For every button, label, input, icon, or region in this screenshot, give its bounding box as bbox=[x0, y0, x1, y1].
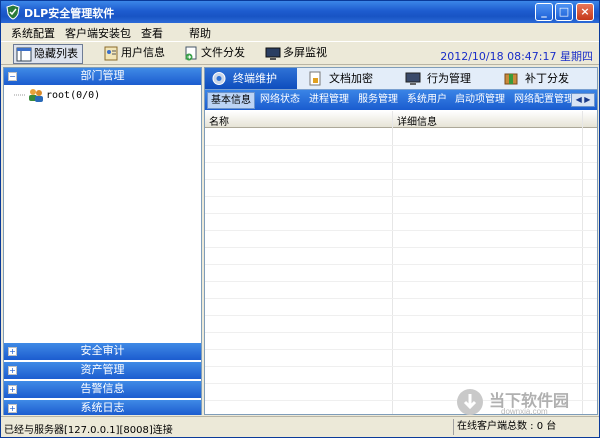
section-security-audit-label: 安全审计 bbox=[80, 344, 125, 357]
hide-list-label: 隐藏列表 bbox=[34, 47, 78, 60]
menu-help[interactable]: 帮助 bbox=[189, 25, 211, 41]
menu-client-package[interactable]: 客户端安装包 bbox=[65, 25, 131, 41]
section-alerts[interactable]: + 告警信息 bbox=[4, 381, 201, 398]
user-group-icon bbox=[29, 89, 43, 102]
sub-tab-bar: 基本信息 网络状态 进程管理 服务管理 系统用户 启动项管理 网络配置管理 网 … bbox=[205, 90, 597, 110]
section-department-management[interactable]: − 部门管理 bbox=[4, 68, 201, 85]
file-distribution-button[interactable]: 文件分发 bbox=[181, 44, 245, 64]
grid-column-divider bbox=[582, 111, 583, 414]
maximize-button[interactable]: □ bbox=[555, 3, 573, 21]
file-distribution-label: 文件分发 bbox=[201, 46, 245, 59]
grid-header: 名称 详细信息 bbox=[205, 111, 597, 128]
collapse-icon[interactable]: − bbox=[8, 72, 17, 81]
subtab-basic-info[interactable]: 基本信息 bbox=[207, 92, 255, 109]
download-arrow-icon bbox=[457, 389, 483, 415]
section-system-log-label: 系统日志 bbox=[80, 401, 125, 414]
list-icon bbox=[16, 47, 32, 62]
menu-bar: 系统配置 客户端安装包 查看 帮助 bbox=[1, 23, 599, 41]
right-panel: 终端维护 文档加密 行为管理 补丁分发 基本信息 网络状态 进程管理 服务管理 … bbox=[204, 67, 598, 415]
column-header-name[interactable]: 名称 bbox=[209, 113, 229, 128]
main-tab-bar: 终端维护 文档加密 行为管理 补丁分发 bbox=[205, 68, 597, 90]
watermark-url: downxia.com bbox=[501, 407, 548, 416]
tab-patch-distribution[interactable]: 补丁分发 bbox=[497, 68, 593, 89]
subtab-startup-items[interactable]: 启动项管理 bbox=[452, 92, 508, 109]
section-asset-management[interactable]: + 资产管理 bbox=[4, 362, 201, 379]
watermark: 当下软件园 downxia.com bbox=[449, 387, 589, 421]
document-lock-icon bbox=[309, 71, 321, 86]
grid-row-line bbox=[205, 230, 597, 231]
file-share-icon bbox=[185, 46, 197, 61]
gear-icon bbox=[212, 72, 226, 85]
online-client-count: 在线客户端总数 : 0 台 bbox=[453, 419, 556, 435]
computer-icon bbox=[405, 72, 421, 85]
close-button[interactable]: × bbox=[576, 3, 594, 21]
grid-row-line bbox=[205, 383, 597, 384]
user-info-label: 用户信息 bbox=[121, 46, 165, 59]
toolbar: 隐藏列表 用户信息 文件分发 多屏监视 2012/10/18 08:47:17 … bbox=[1, 41, 599, 65]
expand-icon[interactable]: + bbox=[8, 366, 17, 375]
tab-scroll-arrows[interactable]: ◀ ▶ bbox=[571, 93, 595, 107]
tab-document-encryption[interactable]: 文档加密 bbox=[301, 68, 393, 89]
connection-status: 已经与服务器[127.0.0.1][8008]连接 bbox=[4, 425, 173, 436]
hide-list-button[interactable]: 隐藏列表 bbox=[13, 44, 83, 64]
grid-row-line bbox=[205, 213, 597, 214]
grid-row-line bbox=[205, 162, 597, 163]
menu-view[interactable]: 查看 bbox=[141, 25, 163, 41]
grid-row-line bbox=[205, 366, 597, 367]
tree-connector-icon bbox=[14, 94, 26, 96]
detail-grid: 名称 详细信息 bbox=[205, 111, 597, 414]
section-department-label: 部门管理 bbox=[80, 69, 125, 82]
expand-icon[interactable]: + bbox=[8, 347, 17, 356]
grid-column-divider bbox=[392, 111, 393, 414]
tab-terminal-maintenance[interactable]: 终端维护 bbox=[205, 68, 297, 89]
column-header-details[interactable]: 详细信息 bbox=[397, 113, 437, 128]
left-panel: − 部门管理 root(0/0) + 安全审计 + 资产管理 + 告警信息 + … bbox=[3, 67, 202, 415]
multi-screen-label: 多屏监视 bbox=[283, 46, 327, 59]
monitor-icon bbox=[265, 47, 281, 60]
grid-row-line bbox=[205, 298, 597, 299]
user-card-icon bbox=[104, 46, 118, 61]
expand-icon[interactable]: + bbox=[8, 385, 17, 394]
subtab-network-status[interactable]: 网络状态 bbox=[257, 92, 303, 109]
user-info-button[interactable]: 用户信息 bbox=[101, 44, 165, 64]
window-title: DLP安全管理软件 bbox=[24, 7, 115, 20]
grid-row-line bbox=[205, 315, 597, 316]
grid-row-line bbox=[205, 247, 597, 248]
multi-screen-monitor-button[interactable]: 多屏监视 bbox=[263, 44, 327, 64]
tab-behavior-management[interactable]: 行为管理 bbox=[399, 68, 495, 89]
section-alerts-label: 告警信息 bbox=[80, 382, 125, 395]
subtab-system-users[interactable]: 系统用户 bbox=[404, 92, 450, 109]
grid-row-line bbox=[205, 179, 597, 180]
grid-row-line bbox=[205, 264, 597, 265]
minimize-button[interactable]: _ bbox=[535, 3, 553, 21]
title-bar[interactable]: DLP安全管理软件 _ □ × bbox=[1, 1, 599, 23]
app-window: DLP安全管理软件 _ □ × 系统配置 客户端安装包 查看 帮助 隐藏列表 用… bbox=[0, 0, 600, 438]
expand-icon[interactable]: + bbox=[8, 404, 17, 413]
subtab-process-management[interactable]: 进程管理 bbox=[306, 92, 352, 109]
section-asset-label: 资产管理 bbox=[80, 363, 125, 376]
section-system-log[interactable]: + 系统日志 bbox=[4, 400, 201, 415]
menu-system-config[interactable]: 系统配置 bbox=[11, 25, 55, 41]
subtab-network-config[interactable]: 网络配置管理 bbox=[511, 92, 577, 109]
grid-row-line bbox=[205, 281, 597, 282]
datetime-display: 2012/10/18 08:47:17 星期四 bbox=[440, 50, 593, 63]
app-shield-icon bbox=[6, 4, 20, 20]
tree-root-label: root(0/0) bbox=[46, 90, 101, 101]
tab-document-label: 文档加密 bbox=[329, 72, 373, 85]
tab-patch-label: 补丁分发 bbox=[525, 72, 569, 85]
tab-behavior-label: 行为管理 bbox=[427, 72, 471, 85]
tab-terminal-label: 终端维护 bbox=[233, 72, 277, 85]
grid-row-line bbox=[205, 196, 597, 197]
grid-row-line bbox=[205, 332, 597, 333]
patch-package-icon bbox=[504, 73, 518, 85]
subtab-service-management[interactable]: 服务管理 bbox=[355, 92, 401, 109]
grid-row-line bbox=[205, 349, 597, 350]
grid-row-line bbox=[205, 145, 597, 146]
section-security-audit[interactable]: + 安全审计 bbox=[4, 343, 201, 360]
